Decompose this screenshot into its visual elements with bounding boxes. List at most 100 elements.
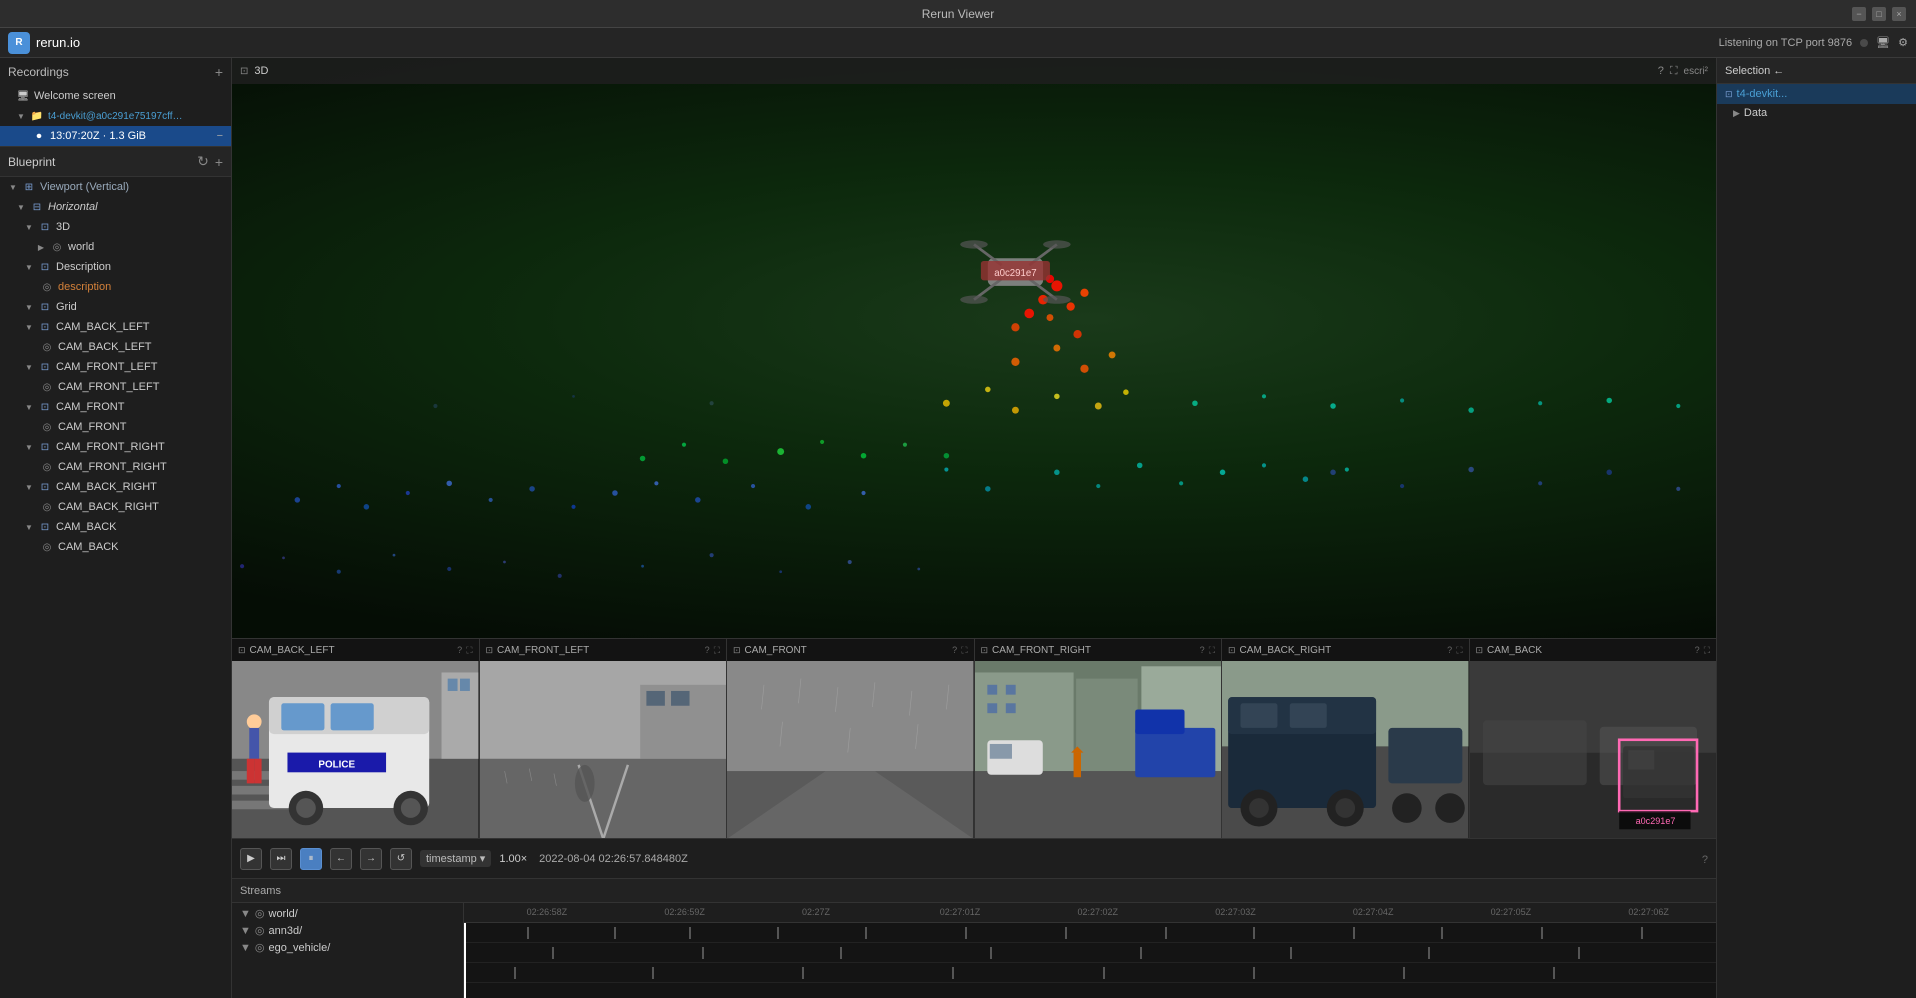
cbr-arrow: ▼ <box>24 482 34 492</box>
cam-back-image: a0c291e7 <box>1470 661 1717 838</box>
view-3d-escri-btn[interactable]: escri² <box>1684 66 1708 77</box>
blueprint-description[interactable]: ▼ ⊡ Description <box>0 257 231 277</box>
skip-end-button[interactable]: ⏭ <box>270 848 292 870</box>
ruler-mark-7: 02:27:05Z <box>1491 907 1532 917</box>
timeline-help[interactable]: ? <box>1702 852 1708 866</box>
data-arrow: ▶ <box>1733 108 1740 119</box>
blueprint-viewport[interactable]: ▼ ⊞ Viewport (Vertical) <box>0 177 231 197</box>
cam-fl-help[interactable]: ? <box>705 645 710 656</box>
cam-br-label: CAM_BACK_RIGHT <box>1240 645 1332 656</box>
cam-b-help[interactable]: ? <box>1695 645 1700 656</box>
view-3d-help-btn[interactable]: ? <box>1658 65 1664 77</box>
cam-back-right-image <box>1222 661 1469 838</box>
horiz-icon: ⊟ <box>30 200 44 214</box>
cfr-icon: ⊡ <box>38 440 52 454</box>
blueprint-horizontal[interactable]: ▼ ⊟ Horizontal <box>0 197 231 217</box>
minimize-button[interactable]: − <box>1852 7 1866 21</box>
blueprint-section: Blueprint ↻ + <box>0 146 231 177</box>
stream-ann3d[interactable]: ▼ ◎ ann3d/ <box>232 922 463 939</box>
app-logo: R <box>8 32 30 54</box>
cam-b-fullscreen[interactable]: ⛶ <box>1704 645 1710 656</box>
blueprint-refresh-btn[interactable]: ↻ <box>197 153 209 170</box>
timestamp-label[interactable]: timestamp ▾ <box>420 850 491 867</box>
cam-bl-fullscreen[interactable]: ⛶ <box>466 645 472 656</box>
cb-icon: ⊡ <box>38 520 52 534</box>
stream-ego[interactable]: ▼ ◎ ego_vehicle/ <box>232 939 463 956</box>
3d-arrow: ▼ <box>24 222 34 232</box>
timestamp-display: timestamp ▾ <box>420 850 491 867</box>
blueprint-cam-front-left-leaf[interactable]: ◎ CAM_FRONT_LEFT <box>0 377 231 397</box>
ruler-mark-1: 02:26:59Z <box>664 907 705 917</box>
cam-fr-fullscreen[interactable]: ⛶ <box>1209 645 1215 656</box>
stream-world-icon: ◎ <box>255 907 265 920</box>
blueprint-cam-front-leaf[interactable]: ◎ CAM_FRONT <box>0 417 231 437</box>
blueprint-grid[interactable]: ▼ ⊡ Grid <box>0 297 231 317</box>
cfl-icon: ⊡ <box>38 360 52 374</box>
window-controls: − □ × <box>1852 7 1906 21</box>
cam-br-fullscreen[interactable]: ⛶ <box>1456 645 1462 656</box>
current-time-display: 2022-08-04 02:26:57.848480Z <box>539 853 688 865</box>
welcome-label: Welcome screen <box>34 90 116 102</box>
blueprint-3d[interactable]: ▼ ⊡ 3D <box>0 217 231 237</box>
blueprint-cam-front-left[interactable]: ▼ ⊡ CAM_FRONT_LEFT <box>0 357 231 377</box>
view-3d-label: 3D <box>254 65 268 77</box>
blueprint-cam-front[interactable]: ▼ ⊡ CAM_FRONT <box>0 397 231 417</box>
blueprint-cam-front-right-leaf[interactable]: ◎ CAM_FRONT_RIGHT <box>0 457 231 477</box>
view-3d-fullscreen-btn[interactable]: ⛶ <box>1670 65 1678 78</box>
cam-f-fullscreen[interactable]: ⛶ <box>961 645 967 656</box>
blueprint-description-leaf[interactable]: ◎ description <box>0 277 231 297</box>
back-button[interactable]: ← <box>330 848 352 870</box>
close-button[interactable]: × <box>1892 7 1906 21</box>
loop-button[interactable]: ↺ <box>390 848 412 870</box>
blueprint-cam-back-right-leaf[interactable]: ◎ CAM_BACK_RIGHT <box>0 497 231 517</box>
3d-icon: ⊡ <box>38 220 52 234</box>
cam-bl-controls: ? ⛶ <box>457 645 472 656</box>
grid-arrow: ▼ <box>24 302 34 312</box>
cam-f-icon: ⊡ <box>733 645 741 656</box>
world-icon: ◎ <box>50 240 64 254</box>
app-name: rerun.io <box>36 35 80 50</box>
stream-ann3d-arrow: ▼ <box>240 925 251 937</box>
selection-item[interactable]: ⊡ t4-devkit... <box>1717 84 1916 104</box>
cam-fr-icon: ⊡ <box>981 645 989 656</box>
cam-f-help[interactable]: ? <box>952 645 957 656</box>
add-recording-button[interactable]: + <box>215 64 223 80</box>
timeline-tracks[interactable]: 02:26:58Z 02:26:59Z 02:27Z 02:27:01Z 02:… <box>464 903 1716 998</box>
data-section[interactable]: ▶ Data <box>1717 104 1916 122</box>
blueprint-add-btn[interactable]: + <box>215 154 223 170</box>
stream-ann3d-label: ann3d/ <box>269 925 303 937</box>
cam-panel-front: ⊡ CAM_FRONT ? ⛶ <box>727 639 975 838</box>
stream-world-label: world/ <box>269 908 298 920</box>
main-view: ⊡ 3D ? ⛶ escri² <box>232 58 1716 998</box>
recording-minus-btn[interactable]: − <box>217 130 223 142</box>
cfl-leaf-icon: ◎ <box>40 380 54 394</box>
cam-front-left-header: ⊡ CAM_FRONT_LEFT ? ⛶ <box>480 639 727 661</box>
stream-world[interactable]: ▼ ◎ world/ <box>232 905 463 922</box>
cam-fl-fullscreen[interactable]: ⛶ <box>714 645 720 656</box>
timeline-playhead[interactable] <box>464 923 466 998</box>
cam-fr-help[interactable]: ? <box>1200 645 1205 656</box>
blueprint-cam-front-right[interactable]: ▼ ⊡ CAM_FRONT_RIGHT <box>0 437 231 457</box>
blueprint-cam-back[interactable]: ▼ ⊡ CAM_BACK <box>0 517 231 537</box>
timeline-bar: ▶ ⏭ ⏸ ← → ↺ timestamp ▾ 1.00× 2022-08-04… <box>232 838 1716 878</box>
blueprint-cam-back-left[interactable]: ▼ ⊡ CAM_BACK_LEFT <box>0 317 231 337</box>
blueprint-cam-back-right[interactable]: ▼ ⊡ CAM_BACK_RIGHT <box>0 477 231 497</box>
cam-back-left-header: ⊡ CAM_BACK_LEFT ? ⛶ <box>232 639 479 661</box>
pause-button[interactable]: ⏸ <box>300 848 322 870</box>
view-3d-icon: ⊡ <box>240 66 248 77</box>
cam-bl-help[interactable]: ? <box>457 645 462 656</box>
blueprint-cam-back-leaf[interactable]: ◎ CAM_BACK <box>0 537 231 557</box>
recording-folder-item[interactable]: ▼ 📁 t4-devkit@a0c291e75197cffb6e5f5c... <box>0 106 231 126</box>
blueprint-world[interactable]: ▶ ◎ world <box>0 237 231 257</box>
folder-icon: 📁 <box>30 109 44 123</box>
cam-br-help[interactable]: ? <box>1447 645 1452 656</box>
blueprint-cam-back-left-leaf[interactable]: ◎ CAM_BACK_LEFT <box>0 337 231 357</box>
maximize-button[interactable]: □ <box>1872 7 1886 21</box>
speed-display: 1.00× <box>499 853 527 865</box>
play-button[interactable]: ▶ <box>240 848 262 870</box>
settings-icon[interactable]: ⚙ <box>1898 36 1908 49</box>
desc-arrow: ▼ <box>24 262 34 272</box>
recording-time-item[interactable]: ⏺ 13:07:20Z · 1.3 GiB − <box>0 126 231 146</box>
welcome-screen-item[interactable]: 🖥 Welcome screen <box>0 86 231 106</box>
forward-button[interactable]: → <box>360 848 382 870</box>
